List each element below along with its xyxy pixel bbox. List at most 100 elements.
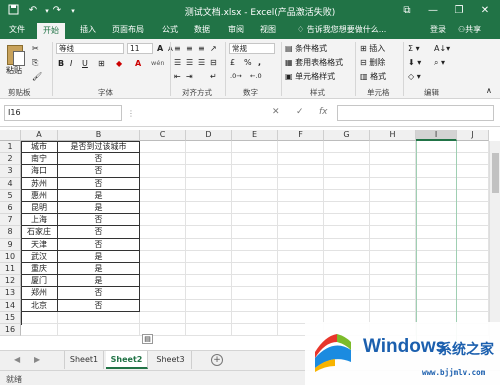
grid-cell[interactable] [21, 311, 58, 324]
grid-cell[interactable] [324, 287, 370, 300]
grid-cell[interactable]: 北京 [21, 299, 58, 312]
grid-cell[interactable] [278, 189, 324, 202]
grid-cell[interactable] [232, 238, 278, 251]
grid-cell[interactable] [232, 141, 278, 154]
copy-icon[interactable]: ⎘ [32, 57, 38, 68]
grid-cell[interactable] [186, 263, 232, 276]
grid-cell[interactable] [232, 226, 278, 239]
grid-cell[interactable] [186, 165, 232, 178]
grid-cell[interactable] [324, 299, 370, 312]
grid-cell[interactable] [232, 250, 278, 263]
row-header[interactable]: 4 [0, 177, 21, 190]
insert-cells-button[interactable]: ⊞ 插入 [360, 43, 385, 54]
grid-cell[interactable] [324, 165, 370, 178]
row-header[interactable]: 12 [0, 275, 21, 288]
tab-review[interactable]: 审阅 [228, 24, 244, 35]
grid-cell[interactable]: 厦门 [21, 275, 58, 288]
comma-style-icon[interactable]: , [258, 57, 261, 68]
column-header-d[interactable]: D [186, 130, 232, 141]
column-header-i[interactable]: I [416, 130, 457, 141]
font-color-icon[interactable]: A [135, 58, 141, 69]
format-cells-button[interactable]: ▥ 格式 [360, 71, 386, 82]
paste-options-icon[interactable]: ▤ [142, 334, 153, 344]
grid-cell[interactable] [232, 275, 278, 288]
orientation-icon[interactable]: ↗ [210, 43, 217, 54]
grid-cell[interactable] [370, 238, 416, 251]
grid-cell[interactable]: 天津 [21, 238, 58, 251]
row-header[interactable]: 11 [0, 263, 21, 276]
align-center-icon[interactable]: ☰ [186, 57, 193, 68]
collapse-ribbon-icon[interactable]: ∧ [486, 85, 492, 96]
grid-cell[interactable] [324, 238, 370, 251]
font-name-select[interactable]: 等线 [56, 43, 124, 54]
phonetic-icon[interactable]: wén [151, 58, 164, 69]
grid-cell[interactable] [140, 153, 186, 166]
wrap-text-icon[interactable]: ↵ [210, 71, 217, 82]
grid-cell[interactable] [278, 214, 324, 227]
row-header[interactable]: 7 [0, 214, 21, 227]
tab-data[interactable]: 数据 [194, 24, 210, 35]
grid-cell[interactable] [278, 226, 324, 239]
grid-cell[interactable] [457, 226, 489, 239]
autosum-icon[interactable]: Σ ▾ [408, 43, 420, 54]
grid-cell[interactable]: 否 [58, 214, 140, 227]
row-header[interactable]: 15 [0, 311, 21, 324]
grid-cell[interactable] [370, 287, 416, 300]
grid-cell[interactable] [58, 311, 140, 324]
grid-cell[interactable] [370, 153, 416, 166]
redo-icon[interactable]: ↷ [50, 4, 64, 18]
grid-cell[interactable] [278, 238, 324, 251]
tab-view[interactable]: 视图 [260, 24, 276, 35]
sheet-tab-sheet1[interactable]: Sheet1 [64, 351, 104, 369]
save-icon[interactable] [6, 4, 20, 18]
number-format-select[interactable]: 常规 [229, 43, 275, 54]
increase-indent-icon[interactable]: ⇥ [186, 71, 193, 82]
grid-cell[interactable] [324, 263, 370, 276]
column-header-b[interactable]: B [58, 130, 140, 141]
grid-cell[interactable] [278, 153, 324, 166]
find-select-icon[interactable]: ⌕ ▾ [434, 57, 445, 68]
grid-cell[interactable]: 否 [58, 299, 140, 312]
grid-cell[interactable] [140, 214, 186, 227]
grid-cell[interactable] [324, 141, 370, 154]
grid-cell[interactable]: 是 [58, 275, 140, 288]
grid-cell[interactable]: 石家庄 [21, 226, 58, 239]
grid-cell[interactable] [232, 165, 278, 178]
grid-cell[interactable] [324, 177, 370, 190]
grid-cell[interactable]: 城市 [21, 141, 58, 154]
grid-cell[interactable] [232, 324, 278, 337]
grid-cell[interactable] [278, 263, 324, 276]
font-size-select[interactable]: 11 [127, 43, 153, 54]
grid-cell[interactable] [140, 275, 186, 288]
grid-cell[interactable] [186, 311, 232, 324]
next-sheet-icon[interactable]: ▶ [34, 355, 40, 364]
add-sheet-button[interactable]: + [211, 354, 223, 366]
grid-cell[interactable] [186, 177, 232, 190]
grid-cell[interactable]: 否 [58, 238, 140, 251]
grid-cell[interactable] [278, 165, 324, 178]
align-left-icon[interactable]: ☰ [174, 57, 181, 68]
cut-icon[interactable]: ✂ [32, 43, 39, 54]
grid-cell[interactable] [186, 287, 232, 300]
clear-icon[interactable]: ◇ ▾ [408, 71, 421, 82]
sort-filter-icon[interactable]: A↓▾ [434, 43, 450, 54]
row-header[interactable]: 8 [0, 226, 21, 239]
row-header[interactable]: 3 [0, 165, 21, 178]
grid-cell[interactable]: 是 [58, 263, 140, 276]
grid-cell[interactable] [232, 299, 278, 312]
column-header-h[interactable]: H [370, 130, 416, 141]
insert-function-icon[interactable]: fx [319, 107, 328, 117]
grid-cell[interactable] [186, 202, 232, 215]
grid-cell[interactable]: 昆明 [21, 202, 58, 215]
grid-cell[interactable] [278, 202, 324, 215]
ribbon-display-button[interactable]: ⧉ [394, 0, 420, 22]
decrease-decimal-icon[interactable]: ←.0 [250, 71, 262, 82]
grid-cell[interactable] [370, 141, 416, 154]
grid-cell[interactable] [324, 250, 370, 263]
grid-cell[interactable] [370, 250, 416, 263]
grid-cell[interactable] [278, 287, 324, 300]
prev-sheet-icon[interactable]: ◀ [14, 355, 20, 364]
grid-cell[interactable] [140, 177, 186, 190]
grid-cell[interactable] [457, 299, 489, 312]
grid-cell[interactable] [278, 299, 324, 312]
